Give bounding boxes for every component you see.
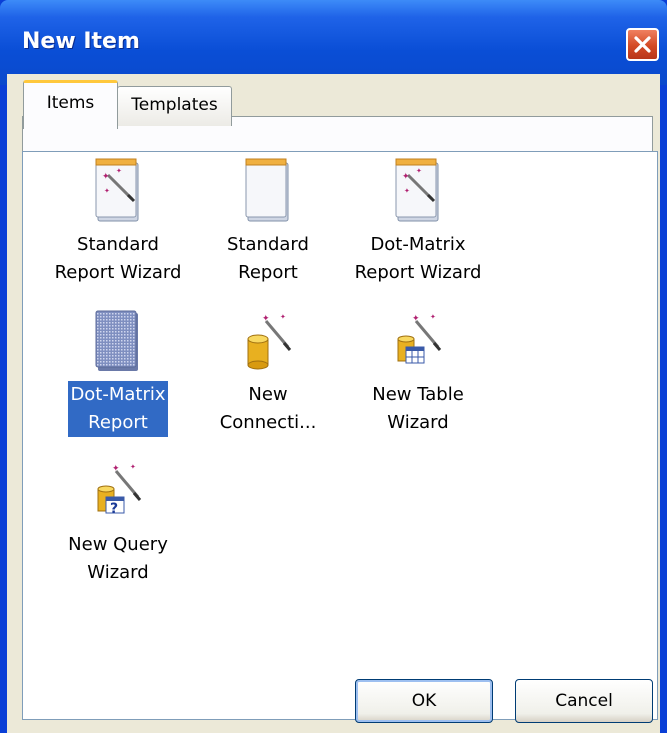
window-title: New Item xyxy=(22,29,140,54)
list-item-dot-matrix-report-wizard[interactable]: ✦ ✦ ✦ Dot-Matrix Report Wizard xyxy=(343,157,493,287)
list-item-standard-report[interactable]: Standard Report xyxy=(193,157,343,287)
list-item-new-query-wizard[interactable]: ✦ ✦ ? New Query Wizard xyxy=(43,457,193,587)
list-item-standard-report-wizard[interactable]: ✦ ✦ ✦ Standard Report Wizard xyxy=(43,157,193,287)
item-label: New Query Wizard xyxy=(68,534,168,583)
svg-text:✦: ✦ xyxy=(104,187,110,195)
dialog-body: Templates Items ✦ ✦ ✦ Standard Report Wi… xyxy=(7,74,660,733)
svg-text:✦: ✦ xyxy=(116,167,122,175)
item-label: Standard Report Wizard xyxy=(54,234,182,283)
report-wizard-icon: ✦ ✦ ✦ xyxy=(395,158,439,222)
item-label: New Table Wizard xyxy=(372,384,464,433)
svg-text:✦: ✦ xyxy=(130,463,136,471)
list-item-new-table-wizard[interactable]: ✦ ✦ New Table Wizard xyxy=(343,307,493,437)
svg-text:✦: ✦ xyxy=(102,172,110,182)
item-label: Standard Report xyxy=(227,234,309,283)
item-label: Dot-Matrix Report Wizard xyxy=(354,234,482,283)
title-bar[interactable]: New Item xyxy=(0,0,667,85)
report-wizard-icon: ✦ ✦ ✦ xyxy=(95,158,139,222)
query-wizard-icon: ✦ ✦ ? xyxy=(97,463,142,517)
report-icon xyxy=(245,158,289,222)
item-label: New Connecti... xyxy=(219,384,317,433)
svg-text:✦: ✦ xyxy=(112,464,120,474)
list-item-dot-matrix-report[interactable]: Dot-Matrix Report xyxy=(43,307,193,437)
list-item-new-connection[interactable]: ✦ ✦ New Connecti... xyxy=(193,307,343,437)
items-list[interactable]: ✦ ✦ ✦ Standard Report Wizard Standard Re… xyxy=(22,151,658,720)
dot-matrix-report-icon xyxy=(95,310,138,371)
close-button[interactable] xyxy=(626,28,659,61)
svg-text:✦: ✦ xyxy=(402,172,410,182)
ok-button[interactable]: OK xyxy=(355,679,493,723)
svg-text:✦: ✦ xyxy=(280,313,286,321)
svg-text:✦: ✦ xyxy=(416,167,422,175)
svg-text:?: ? xyxy=(110,501,118,517)
tab-items[interactable]: Items xyxy=(23,80,118,129)
svg-text:✦: ✦ xyxy=(404,187,410,195)
connection-wizard-icon: ✦ ✦ xyxy=(247,313,292,370)
new-item-dialog: New Item Templates Items ✦ ✦ ✦ Standard … xyxy=(0,0,667,733)
close-icon xyxy=(634,36,651,53)
svg-text:✦: ✦ xyxy=(262,314,270,324)
cancel-button[interactable]: Cancel xyxy=(515,679,653,723)
item-label: Dot-Matrix Report xyxy=(68,381,168,437)
svg-text:✦: ✦ xyxy=(430,313,436,321)
table-wizard-icon: ✦ ✦ xyxy=(397,313,442,364)
svg-text:✦: ✦ xyxy=(412,314,420,324)
tab-templates[interactable]: Templates xyxy=(117,86,232,126)
